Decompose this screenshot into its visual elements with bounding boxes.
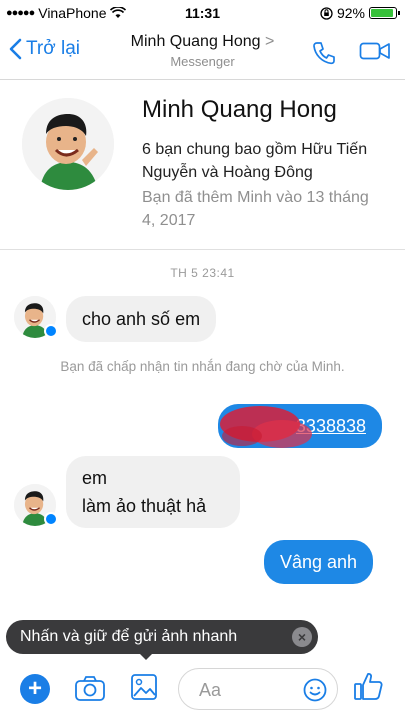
camera-icon[interactable] [74,674,106,702]
tooltip-tail [138,652,154,660]
message-input[interactable]: Aa [178,668,338,710]
message-bubble-incoming[interactable]: cho anh số em [66,296,217,342]
message-line: làm ảo thuật hả [82,496,207,516]
title-chevron: > [264,33,275,50]
mutual-friends: 6 bạn chung bao gồm Hữu Tiến Nguyễn và H… [142,141,368,181]
quick-photo-tooltip: Nhấn và giữ để gửi ảnh nhanh × [6,620,318,654]
avatar[interactable] [22,98,114,190]
message-timestamp: TH 5 23:41 [170,266,235,280]
message-bubble-incoming[interactable]: em làm ảo thuật hả [66,456,240,528]
input-placeholder: Aa [199,680,222,700]
message-line: em [82,468,108,488]
emoji-icon[interactable] [303,678,327,702]
redaction-scribble [220,406,312,448]
like-icon[interactable] [352,670,384,702]
more-button[interactable]: + [20,674,50,704]
video-icon[interactable] [359,40,391,62]
contact-name: Minh Quang Hong [142,96,337,123]
image-icon[interactable] [130,672,158,702]
title-name: Minh Quang Hong [130,33,261,50]
avatar-image [22,98,114,190]
messenger-badge-icon [44,512,58,526]
message-bubble-outgoing[interactable]: Vâng anh [264,540,374,584]
battery-icon [369,7,400,19]
status-right: 92% [320,5,400,21]
nav-bar: Trở lại Minh Quang Hong > Messenger [0,26,405,80]
system-note: Bạn đã chấp nhận tin nhắn đang chờ của M… [60,359,345,374]
tooltip-text: Nhấn và giữ để gửi ảnh nhanh [20,628,238,645]
contact-header: Minh Quang Hong 6 bạn chung bao gồm Hữu … [0,80,405,250]
close-icon[interactable]: × [292,627,312,647]
phone-icon[interactable] [311,40,337,66]
added-date: Bạn đã thêm Minh vào 13 tháng 4, 2017 [142,189,369,229]
battery-percent: 92% [336,5,365,21]
messenger-badge-icon [44,324,58,338]
status-bar: ●●●●● VinaPhone 11:31 92% [0,0,405,26]
lock-rotation-icon [320,6,333,20]
composer-bar: + Aa [0,664,405,720]
nav-actions [311,40,391,66]
